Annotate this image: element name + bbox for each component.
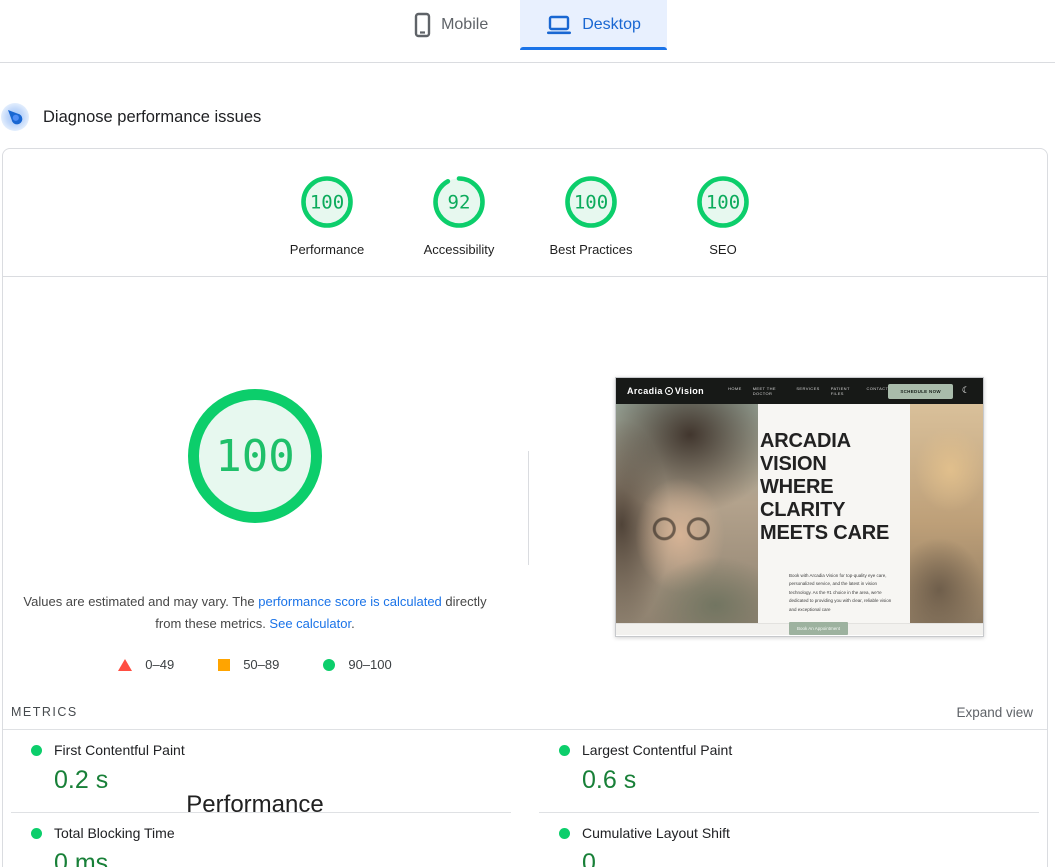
tab-mobile[interactable]: Mobile (388, 0, 514, 50)
speedometer-icon (1, 103, 29, 131)
expand-view-button[interactable]: Expand view (956, 705, 1033, 720)
pagespeed-report: Mobile Desktop Diagnose performance i (0, 0, 1055, 867)
report-card: 100 Performance 92 Accessibility 100 Be (2, 148, 1048, 867)
metric-value: 0.2 s (11, 766, 511, 795)
preview-hero: ARCADIA VISION WHERE CLARITY MEETS CARE … (616, 404, 983, 623)
legend-average-range: 50–89 (218, 657, 279, 672)
pass-dot-icon (31, 745, 42, 756)
metric-name: Largest Contentful Paint (582, 742, 732, 758)
preview-schedule-button: Schedule Now (888, 384, 953, 399)
see-calculator-link[interactable]: See calculator (269, 616, 351, 631)
metric-value: 0 (539, 849, 1039, 867)
score-gauge-seo[interactable]: 100 SEO (657, 175, 789, 276)
calculation-link[interactable]: performance score is calculated (258, 594, 442, 609)
preview-navbar: Arcadia Vision HOME MEET THE DOCTOR SERV… (616, 378, 983, 404)
site-screenshot-thumbnail[interactable]: Arcadia Vision HOME MEET THE DOCTOR SERV… (615, 377, 984, 637)
preview-logo-text1: Arcadia (627, 386, 663, 396)
score-label-accessibility: Accessibility (424, 242, 495, 257)
svg-text:92: 92 (448, 192, 471, 214)
legend-fail-label: 0–49 (145, 657, 174, 672)
metric-value: 0 ms (11, 849, 511, 867)
preview-nav-contact: CONTACT (866, 386, 888, 396)
category-scores-row: 100 Performance 92 Accessibility 100 Be (3, 149, 1047, 277)
pass-dot-icon (31, 828, 42, 839)
diagnose-header: Diagnose performance issues (0, 96, 261, 138)
fail-triangle-icon (118, 659, 132, 671)
preview-nav-patient-files: PATIENT FILES (831, 386, 856, 396)
metric-name: Total Blocking Time (54, 825, 175, 841)
desktop-laptop-icon (546, 15, 572, 36)
score-legend: 0–49 50–89 90–100 (3, 657, 507, 672)
metric-first-contentful-paint: First Contentful Paint 0.2 s (11, 730, 511, 813)
score-label-performance: Performance (290, 242, 364, 257)
score-gauge-accessibility[interactable]: 92 Accessibility (393, 175, 525, 276)
metrics-header: METRICS Expand view (3, 695, 1047, 730)
preview-hero-heading: ARCADIA VISION WHERE CLARITY MEETS CARE (760, 430, 910, 545)
pass-circle-icon (323, 659, 335, 671)
moon-icon: ☾ (962, 386, 970, 396)
metric-name: Cumulative Layout Shift (582, 825, 730, 841)
tab-mobile-label: Mobile (441, 16, 488, 34)
preview-photo-woman-glasses (616, 404, 758, 623)
pass-dot-icon (559, 828, 570, 839)
heading-line-4: CLARITY (760, 499, 910, 522)
legend-fail-range: 0–49 (118, 657, 174, 672)
preview-book-appointment-button: Book An Appointment (789, 622, 848, 635)
vertical-divider (528, 451, 529, 565)
mobile-phone-icon (414, 12, 431, 38)
pass-dot-icon (559, 745, 570, 756)
performance-score-ring: 100 (300, 175, 354, 229)
best-practices-score-ring: 100 (564, 175, 618, 229)
device-tab-bar: Mobile Desktop (0, 0, 1055, 63)
diagnose-title: Diagnose performance issues (43, 108, 261, 127)
metrics-heading: METRICS (11, 705, 78, 719)
tab-desktop[interactable]: Desktop (520, 0, 667, 50)
metric-total-blocking-time: Total Blocking Time 0 ms (11, 813, 511, 867)
preview-nav-services: SERVICES (796, 386, 819, 396)
score-label-best-practices: Best Practices (549, 242, 632, 257)
score-gauge-best-practices[interactable]: 100 Best Practices (525, 175, 657, 276)
performance-gauge: 100 Performance (188, 389, 322, 523)
preview-hero-content: ARCADIA VISION WHERE CLARITY MEETS CARE … (758, 404, 910, 623)
metric-value: 0.6 s (539, 766, 1039, 795)
tab-desktop-label: Desktop (582, 16, 641, 34)
metric-largest-contentful-paint: Largest Contentful Paint 0.6 s (539, 730, 1039, 813)
heading-line-5: MEETS CARE (760, 522, 910, 545)
legend-pass-label: 90–100 (348, 657, 391, 672)
seo-score-ring: 100 (696, 175, 750, 229)
preview-nav-links: HOME MEET THE DOCTOR SERVICES PATIENT FI… (728, 386, 888, 396)
heading-line-2: VISION (760, 453, 910, 476)
metrics-grid: First Contentful Paint 0.2 s Largest Con… (11, 730, 1039, 867)
svg-text:100: 100 (310, 192, 344, 214)
metric-cumulative-layout-shift: Cumulative Layout Shift 0 (539, 813, 1039, 867)
accessibility-score-ring: 92 (432, 175, 486, 229)
preview-logo: Arcadia Vision (627, 386, 704, 396)
average-square-icon (218, 659, 230, 671)
legend-average-label: 50–89 (243, 657, 279, 672)
heading-line-1: ARCADIA (760, 430, 910, 453)
heading-line-3: WHERE (760, 476, 910, 499)
score-disclaimer: Values are estimated and may vary. The p… (19, 591, 491, 635)
disclaimer-text-pre: Values are estimated and may vary. The (23, 594, 258, 609)
score-gauge-performance[interactable]: 100 Performance (261, 175, 393, 276)
legend-pass-range: 90–100 (323, 657, 391, 672)
preview-logo-text2: Vision (675, 386, 704, 396)
metric-name: First Contentful Paint (54, 742, 185, 758)
svg-text:100: 100 (574, 192, 608, 214)
svg-text:100: 100 (706, 192, 740, 214)
preview-nav-home: HOME (728, 386, 742, 396)
preview-photo-woman-blonde (910, 404, 983, 623)
eye-logo-icon (665, 387, 673, 395)
preview-nav-meet-the-doctor: MEET THE DOCTOR (753, 386, 786, 396)
score-label-seo: SEO (709, 242, 736, 257)
preview-hero-paragraph: Book with Arcadia Vision for top-quality… (789, 572, 892, 614)
performance-gauge-ring: 100 (188, 389, 322, 523)
performance-gauge-value: 100 (215, 431, 294, 482)
disclaimer-text-end: . (351, 616, 355, 631)
